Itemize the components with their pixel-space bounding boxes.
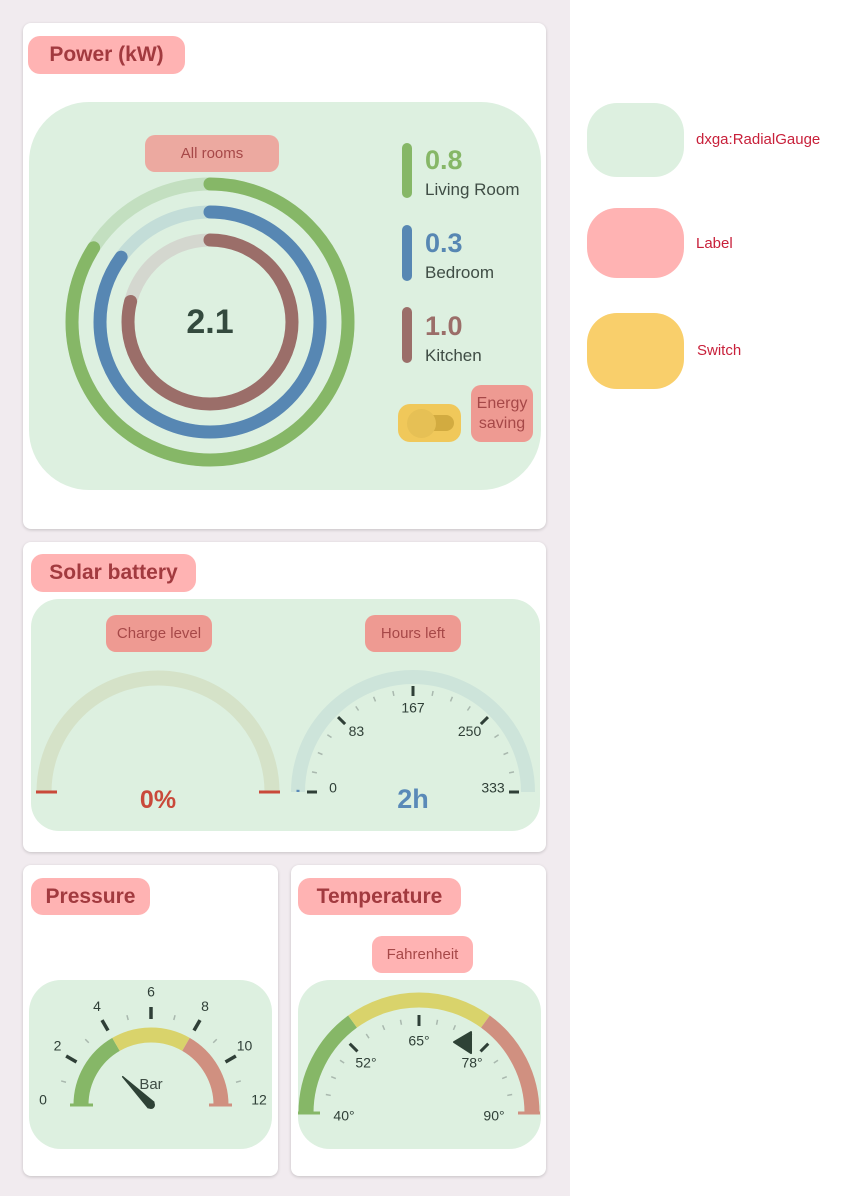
hours-tick-label: 167 — [401, 700, 425, 716]
legend-swatch-radialgauge — [587, 103, 684, 177]
pressure-major-tick — [192, 1019, 202, 1032]
pressure-tick-label: 4 — [93, 998, 101, 1014]
temperature-minor-tick — [493, 1059, 499, 1064]
pressure-tick-label: 2 — [54, 1038, 62, 1054]
pressure-range-band — [182, 1037, 229, 1106]
pressure-minor-tick — [212, 1038, 218, 1044]
pressure-minor-tick — [235, 1080, 242, 1083]
legend-label-radialgauge: dxga:RadialGauge — [696, 131, 821, 148]
pressure-tick-label: 12 — [251, 1092, 267, 1108]
hours-minor-tick — [494, 734, 500, 739]
hours-minor-tick — [466, 705, 471, 711]
pressure-minor-tick — [173, 1014, 176, 1021]
pressure-tick-label: 8 — [201, 998, 209, 1014]
pressure-range-band — [112, 1027, 190, 1052]
hours-tick-label: 333 — [481, 780, 505, 796]
temperature-minor-tick — [330, 1075, 337, 1080]
pressure-needle-hub — [147, 1101, 155, 1109]
hours-tick-label: 83 — [349, 723, 365, 739]
temperature-tick-label: 65° — [408, 1033, 429, 1049]
gauges-layer: 0 83 167 250 333 0 2 4 6 8 10 12 Bar 40° 52° 65° 78° 90° — [36, 670, 540, 1124]
hours-major-tick — [336, 715, 347, 726]
hours-minor-tick — [392, 690, 395, 697]
temperature-minor-tick — [365, 1033, 370, 1039]
pressure-major-tick — [100, 1019, 110, 1032]
temperature-range-band — [480, 1015, 540, 1114]
pressure-tick-label: 6 — [147, 984, 155, 1000]
legend-label-label: Label — [696, 235, 733, 252]
hours-minor-tick — [355, 705, 360, 711]
pressure-tick-label: 0 — [39, 1092, 47, 1108]
pressure-minor-tick — [60, 1080, 67, 1083]
hours-minor-tick — [326, 734, 332, 739]
temperature-tick-label: 90° — [483, 1108, 504, 1124]
pressure-minor-tick — [84, 1038, 90, 1044]
temperature-tick-label: 40° — [333, 1108, 354, 1124]
hours-tick-label: 250 — [458, 723, 482, 739]
hours-major-tick — [479, 715, 490, 726]
temperature-minor-tick — [339, 1059, 345, 1064]
hours-minor-tick — [372, 696, 377, 702]
temperature-minor-tick — [501, 1075, 508, 1080]
pressure-unit-label: Bar — [139, 1076, 162, 1093]
pressure-major-tick — [224, 1054, 237, 1064]
legend-swatch-switch — [587, 313, 684, 389]
temperature-minor-tick — [381, 1024, 386, 1031]
temperature-minor-tick — [399, 1019, 403, 1025]
temperature-major-tick — [479, 1042, 490, 1053]
temperature-pointer — [453, 1031, 473, 1055]
pressure-major-tick — [65, 1054, 78, 1064]
legend-label-switch: Switch — [697, 342, 742, 359]
hours-minor-tick — [449, 696, 454, 702]
pressure-tick-label: 10 — [237, 1038, 253, 1054]
temperature-tick-label: 52° — [355, 1055, 376, 1071]
hours-minor-tick — [508, 771, 515, 774]
hours-minor-tick — [311, 771, 318, 774]
pressure-minor-tick — [126, 1014, 129, 1021]
temperature-minor-tick — [452, 1024, 457, 1031]
hours-tick-label: 0 — [329, 780, 337, 796]
charge-track — [36, 670, 280, 793]
legend-swatch-label — [587, 208, 684, 278]
pressure-range-band — [73, 1037, 120, 1106]
temperature-range-band — [298, 1015, 358, 1114]
temperature-major-tick — [348, 1042, 359, 1053]
hours-minor-tick — [317, 751, 323, 756]
temperature-minor-tick — [435, 1019, 439, 1025]
temperature-minor-tick — [507, 1093, 513, 1097]
temperature-tick-label: 78° — [461, 1055, 482, 1071]
temperature-minor-tick — [325, 1093, 331, 1097]
hours-minor-tick — [431, 690, 434, 697]
hours-minor-tick — [503, 751, 509, 756]
